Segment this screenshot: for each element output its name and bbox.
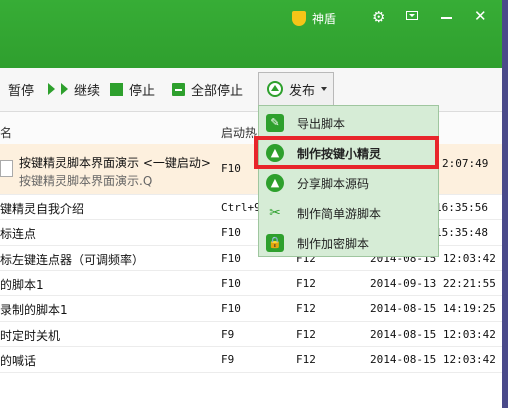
gear-icon[interactable]: ⚙: [372, 9, 385, 25]
menu-item-label: 制作加密脚本: [297, 236, 370, 251]
window-edge: [502, 0, 508, 408]
app-window: 神盾 ⚙ ✕ 暂停 继续 停止 全部停止 发布 名 启动热 按键精灵脚本界面演示…: [0, 0, 508, 408]
stop-all-icon: [172, 82, 185, 96]
script-filename: 按键精灵脚本界面演示.Q: [19, 174, 153, 188]
chevron-down-icon: [321, 87, 328, 91]
highlight-annotation: [254, 136, 439, 169]
script-name: 时定时关机: [0, 329, 61, 343]
script-file-icon: [0, 160, 13, 177]
modified-time: 2014-08-15 14:19:25: [370, 302, 496, 315]
start-hotkey: F9: [221, 328, 235, 341]
table-row[interactable]: 录制的脚本1 F10 F12 2014-08-15 14:19:25: [0, 295, 502, 322]
resume-button[interactable]: 继续: [48, 80, 101, 99]
script-name: 标连点: [0, 227, 37, 241]
stop-all-button[interactable]: 全部停止: [172, 80, 244, 99]
stop-all-label: 全部停止: [191, 83, 244, 99]
game-script-icon: ✂: [269, 205, 281, 221]
modified-time: 2014-08-15 12:03:42: [370, 328, 496, 341]
pause-label: 暂停: [8, 83, 35, 99]
start-hotkey: F9: [221, 353, 235, 366]
dropdown-menu-icon[interactable]: [406, 11, 418, 20]
script-name: 的喊话: [0, 354, 37, 368]
play-icon: [48, 83, 55, 95]
resume-label: 继续: [74, 83, 101, 99]
start-hotkey: F10: [221, 252, 241, 265]
pause-button[interactable]: 暂停: [8, 80, 35, 99]
menu-item-label: 分享脚本源码: [297, 176, 370, 191]
stop-hotkey: F12: [296, 302, 316, 315]
share-icon: ▲: [266, 174, 284, 192]
column-header-startkey[interactable]: 启动热: [221, 124, 257, 141]
table-row[interactable]: 的脚本1 F10 F12 2014-09-13 22:21:55: [0, 270, 502, 296]
encrypt-icon: 🔒: [266, 234, 284, 252]
start-hotkey: F10: [221, 226, 241, 239]
column-header-name[interactable]: 名: [0, 124, 12, 141]
menu-item-label: 导出脚本: [297, 116, 346, 131]
shield-icon[interactable]: [292, 11, 306, 26]
publish-label: 发布: [289, 83, 316, 99]
modified-time: 2014-08-15 12:03:42: [370, 353, 496, 366]
stop-button[interactable]: 停止: [110, 80, 156, 99]
export-icon: ✎: [266, 114, 284, 132]
modified-time: 2014-09-13 22:21:55: [370, 277, 496, 290]
menu-item-export-script[interactable]: ✎ 导出脚本: [259, 108, 440, 138]
modified-time: 15:35:48: [435, 226, 488, 239]
script-name: 按键精灵脚本界面演示 <一键启动>: [19, 156, 211, 170]
play-icon: [61, 83, 68, 95]
start-hotkey: F10: [221, 162, 241, 175]
modified-time: 16:35:56: [435, 201, 488, 214]
shield-label[interactable]: 神盾: [312, 10, 336, 27]
table-row[interactable]: 时定时关机 F9 F12 2014-08-15 12:03:42: [0, 321, 502, 347]
start-hotkey: Ctrl+9: [221, 201, 261, 214]
stop-label: 停止: [129, 83, 156, 99]
modified-time: 2:07:49: [442, 157, 489, 170]
menu-item-share-source[interactable]: ▲ 分享脚本源码: [259, 168, 440, 198]
menu-item-make-encrypted[interactable]: 🔒 制作加密脚本: [259, 228, 440, 258]
script-name: 标左键连点器（可调频率）: [0, 253, 145, 267]
minimize-icon[interactable]: [441, 17, 452, 19]
title-bar: 神盾 ⚙ ✕: [0, 0, 502, 68]
table-row[interactable]: 的喊话 F9 F12 2014-08-15 12:03:42: [0, 346, 502, 373]
close-icon[interactable]: ✕: [474, 8, 487, 24]
script-name: 的脚本1: [0, 278, 44, 292]
start-hotkey: F10: [221, 277, 241, 290]
publish-button[interactable]: 发布: [258, 72, 334, 106]
stop-icon: [110, 82, 123, 96]
script-name: 键精灵自我介绍: [0, 202, 85, 216]
menu-item-label: 制作简单游脚本: [297, 206, 382, 221]
stop-hotkey: F12: [296, 328, 316, 341]
stop-hotkey: F12: [296, 353, 316, 366]
publish-icon: [267, 81, 283, 97]
stop-hotkey: F12: [296, 277, 316, 290]
menu-item-make-game-script[interactable]: ✂ 制作简单游脚本: [259, 198, 440, 228]
start-hotkey: F10: [221, 302, 241, 315]
publish-menu: ✎ 导出脚本 ▲ 制作按键小精灵 ▲ 分享脚本源码 ✂ 制作简单游脚本 🔒 制作…: [258, 105, 439, 257]
script-name: 录制的脚本1: [0, 303, 68, 317]
